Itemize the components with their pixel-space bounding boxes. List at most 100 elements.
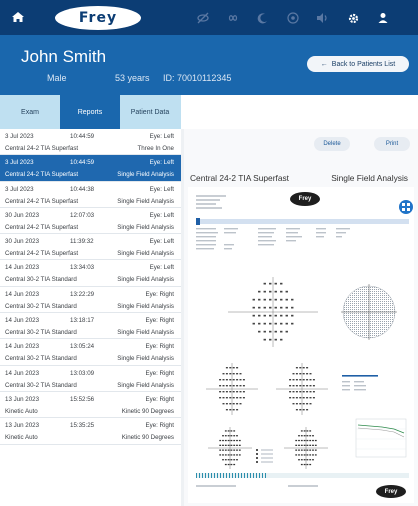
visibility-off-icon[interactable] [188,8,218,28]
target-icon[interactable] [278,8,308,28]
exam-row[interactable]: 13 Jun 2023 15:52:56 Eye: Right Kinetic Aut… [0,392,181,419]
exam-row[interactable]: 14 Jun 2023 13:03:09 Eye: Right Central 30-… [0,366,181,392]
exam-date: 30 Jun 2023 [5,238,40,246]
report-text-line [196,207,222,209]
threshold-point [306,403,309,405]
infinity-icon[interactable] [218,8,248,28]
threshold-point [225,409,228,411]
tab-exam[interactable]: Exam [0,95,60,129]
threshold-point [280,306,283,309]
exam-row[interactable]: 14 Jun 2023 13:34:03 Eye: Left Central 30-2… [0,260,181,287]
pattern-deviation-plot [276,363,328,415]
threshold-point [291,298,294,301]
threshold-point [298,444,300,446]
exam-row[interactable]: 3 Jul 2023 10:44:59 Eye: Left Central 24-2 … [0,129,181,156]
threshold-point [295,449,298,451]
threshold-point [229,367,232,369]
exam-row[interactable]: 13 Jun 2023 15:35:25 Eye: Right Kinetic Aut… [0,418,181,445]
threshold-point [298,454,300,456]
threshold-point [298,449,300,451]
grid-icon[interactable] [399,200,413,214]
exam-mode: Single Field Analysis [117,355,174,363]
tab-reports[interactable]: Reports [60,95,120,129]
threshold-point [236,449,238,451]
delete-button[interactable]: Delete [314,137,350,151]
threshold-point [280,290,283,293]
threshold-point [236,409,239,411]
threshold-point [300,459,303,461]
threshold-point [222,439,224,442]
moon-icon[interactable] [248,8,278,28]
exam-row[interactable]: 14 Jun 2023 13:22:29 Eye: Right Central 30-… [0,287,181,314]
user-icon[interactable] [368,8,398,28]
back-to-patients-button[interactable]: ← Back to Patients List [307,56,409,72]
threshold-point [229,409,232,411]
threshold-point [309,463,312,466]
exam-mode: Kinetic 90 Degrees [121,434,174,442]
threshold-point [312,439,314,442]
threshold-point [229,385,232,387]
report-text-line [196,199,220,201]
threshold-point [302,367,305,369]
patient-gender: Male [47,73,67,83]
threshold-point [258,298,261,301]
arrow-left-icon: ← [320,60,328,68]
threshold-point [299,373,302,375]
threshold-point [252,306,255,309]
exam-eye: Eye: Left [149,211,174,219]
threshold-point [232,397,235,399]
tab-patient-data[interactable]: Patient Data [120,95,180,129]
exam-row[interactable]: 14 Jun 2023 13:18:17 Eye: Right Central 30-… [0,313,181,340]
threshold-point [233,430,236,432]
exam-mode: Single Field Analysis [117,302,174,310]
exam-row[interactable]: 30 Jun 2023 12:07:03 Eye: Left Central 24-2… [0,208,181,235]
print-button[interactable]: Print [374,137,410,151]
exam-eye: Eye: Right [145,317,174,325]
threshold-point [299,397,302,399]
threshold-point [285,330,288,333]
threshold-point [263,282,266,285]
threshold-point [314,449,317,451]
threshold-point [236,439,238,442]
volume-icon[interactable] [308,8,338,28]
threshold-point [230,444,233,446]
threshold-point [292,379,295,381]
threshold-point [314,454,317,456]
exam-eye: Eye: Right [145,369,174,377]
home-icon[interactable] [10,9,26,25]
exam-row[interactable]: 14 Jun 2023 13:05:24 Eye: Right Central 30-… [0,339,181,366]
threshold-point [303,463,306,466]
gear-icon[interactable] [338,8,368,28]
threshold-point [299,409,302,411]
threshold-point [242,391,245,393]
exam-eye: Eye: Right [145,395,174,403]
threshold-point [274,330,277,333]
exam-row[interactable]: 30 Jun 2023 11:39:32 Eye: Left Central 24-2… [0,234,181,261]
threshold-point [230,459,233,461]
exam-row[interactable]: 3 Jul 2023 10:44:59 Eye: Left Central 24-2 … [0,155,181,182]
report-title: Central 24-2 TIA Superfast [190,173,290,183]
exam-row[interactable]: 3 Jul 2023 10:44:38 Eye: Left Central 24-2 … [0,182,181,208]
report-text-line [196,195,226,197]
threshold-point [258,330,261,333]
threshold-point [285,322,288,325]
threshold-point [300,435,303,437]
threshold-point [295,403,298,405]
exam-time: 10:44:38 [70,185,95,193]
report-preview[interactable]: Frey Frey [188,187,414,503]
exam-date: 3 Jul 2023 [5,159,34,167]
threshold-point [300,454,303,456]
exam-date: 3 Jul 2023 [5,185,34,193]
threshold-point [303,454,306,456]
threshold-point [292,397,295,399]
threshold-point [252,322,255,325]
exam-date: 30 Jun 2023 [5,211,40,219]
report-logo: Frey [290,192,320,206]
threshold-point [303,444,306,446]
threshold-point [263,306,266,309]
threshold-point [269,314,272,317]
exam-time: 13:03:09 [70,369,95,377]
threshold-point [236,391,239,393]
threshold-point [222,444,224,446]
threshold-point [306,435,309,437]
